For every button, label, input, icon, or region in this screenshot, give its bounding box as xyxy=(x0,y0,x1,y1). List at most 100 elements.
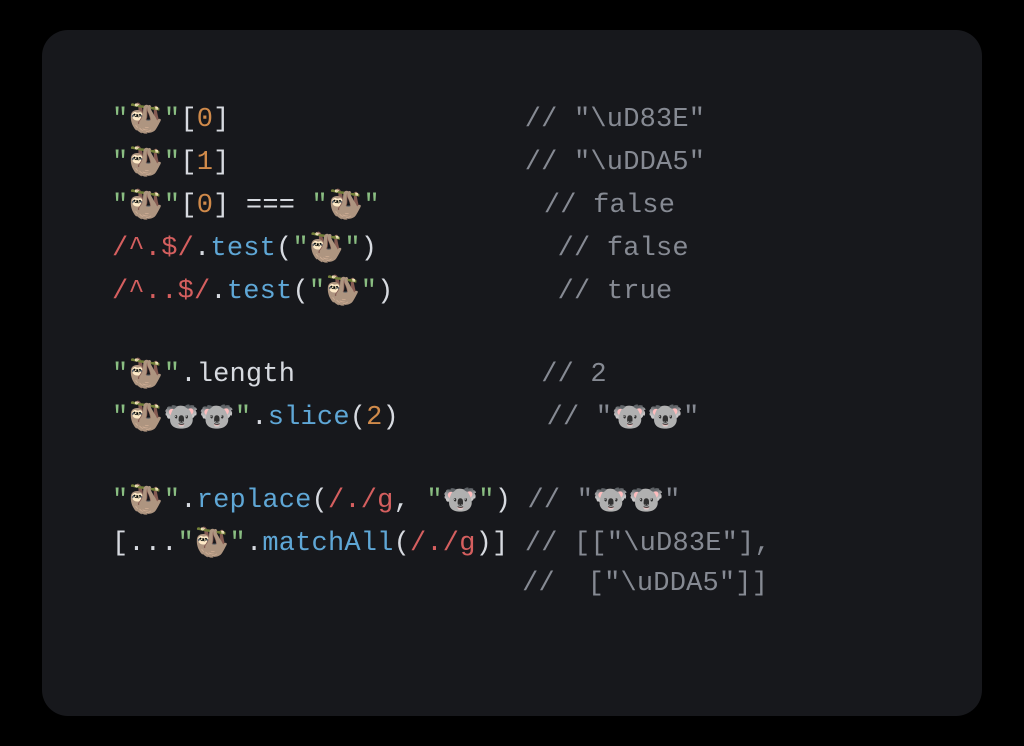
comment: // "\uDDA5" xyxy=(525,148,705,178)
comment: // "\uD83E" xyxy=(525,105,705,135)
quote: " xyxy=(344,234,360,264)
comment: // false xyxy=(558,234,689,264)
dot: . xyxy=(210,277,226,307)
quote: " xyxy=(112,403,128,433)
quote: " xyxy=(112,191,128,221)
pad xyxy=(508,529,524,559)
koala-emoji: 🐨 xyxy=(443,479,479,521)
code-line: "🦥"[0] === "🦥" // false xyxy=(112,184,922,227)
regex-literal: /./g xyxy=(410,529,476,559)
koala-koala-emoji: 🐨🐨 xyxy=(612,396,683,438)
comment: // [["\uD83E"], xyxy=(525,529,771,559)
quote: " xyxy=(164,148,180,178)
sloth-emoji: 🦥 xyxy=(128,98,164,140)
number-literal: 0 xyxy=(197,191,213,221)
comment: // ["\uDDA5"]] xyxy=(522,569,768,599)
blank-line xyxy=(112,439,922,479)
regex-literal: /^..$/ xyxy=(112,277,210,307)
close-paren: ) xyxy=(377,277,393,307)
open-paren: ( xyxy=(292,277,308,307)
sloth-emoji: 🦥 xyxy=(328,184,364,226)
dot: . xyxy=(180,486,196,516)
sloth-emoji: 🦥 xyxy=(309,227,345,269)
open-paren: ( xyxy=(350,403,366,433)
comment: // true xyxy=(558,277,673,307)
quote: " xyxy=(230,529,246,559)
quote: " xyxy=(361,277,377,307)
comment: // false xyxy=(544,191,675,221)
pad xyxy=(112,569,522,599)
quote: " xyxy=(178,529,194,559)
property-length: length xyxy=(197,360,295,390)
code-line: "🦥"[0] // "\uD83E" xyxy=(112,98,922,141)
dot: . xyxy=(180,360,196,390)
close-paren: ) xyxy=(495,486,511,516)
number-literal: 2 xyxy=(366,403,382,433)
dot: . xyxy=(251,403,267,433)
sloth-koala-koala-emoji: 🦥🐨🐨 xyxy=(128,396,234,438)
quote: " xyxy=(478,486,494,516)
dot: . xyxy=(246,529,262,559)
comment: // 2 xyxy=(541,360,607,390)
comment: // "🐨🐨" xyxy=(528,486,681,516)
pad xyxy=(295,360,541,390)
quote: " xyxy=(312,191,328,221)
code-line: [..."🦥".matchAll(/./g)] // [["\uD83E"], xyxy=(112,522,922,565)
close-paren: ) xyxy=(361,234,377,264)
code-line: // ["\uDDA5"]] xyxy=(112,565,922,605)
method-test: test xyxy=(227,277,293,307)
spread-open: [... xyxy=(112,529,178,559)
strict-equals: === xyxy=(230,191,312,221)
dot: . xyxy=(194,234,210,264)
pad xyxy=(399,403,547,433)
pad xyxy=(380,191,544,221)
close-paren: ) xyxy=(383,403,399,433)
quote: " xyxy=(112,360,128,390)
close-bracket: ] xyxy=(213,191,229,221)
pad xyxy=(230,105,525,135)
code-line: "🦥".replace(/./g, "🐨") // "🐨🐨" xyxy=(112,479,922,522)
number-literal: 1 xyxy=(197,148,213,178)
quote: " xyxy=(112,148,128,178)
sloth-emoji: 🦥 xyxy=(194,522,230,564)
pad xyxy=(230,148,525,178)
open-bracket: [ xyxy=(180,105,196,135)
sloth-emoji: 🦥 xyxy=(128,353,164,395)
close-bracket: ] xyxy=(213,148,229,178)
sloth-emoji: 🦥 xyxy=(128,141,164,183)
method-slice: slice xyxy=(268,403,350,433)
quote: " xyxy=(292,234,308,264)
quote: " xyxy=(112,486,128,516)
quote: " xyxy=(112,105,128,135)
close-bracket: ] xyxy=(213,105,229,135)
sloth-emoji: 🦥 xyxy=(325,270,361,312)
code-line: /^.$/.test("🦥") // false xyxy=(112,227,922,270)
open-paren: ( xyxy=(276,234,292,264)
quote: " xyxy=(309,277,325,307)
quote: " xyxy=(164,191,180,221)
blank-line xyxy=(112,313,922,353)
code-card: "🦥"[0] // "\uD83E" "🦥"[1] // "\uDDA5" "🦥… xyxy=(42,30,982,716)
method-test: test xyxy=(210,234,276,264)
quote: " xyxy=(164,486,180,516)
regex-literal: /./g xyxy=(328,486,394,516)
code-line: "🦥🐨🐨".slice(2) // "🐨🐨" xyxy=(112,396,922,439)
pad xyxy=(377,234,557,264)
method-matchall: matchAll xyxy=(262,529,393,559)
open-paren: ( xyxy=(394,529,410,559)
quote: " xyxy=(164,105,180,135)
regex-literal: /^.$/ xyxy=(112,234,194,264)
number-literal: 0 xyxy=(197,105,213,135)
pad xyxy=(394,277,558,307)
koala-koala-emoji: 🐨🐨 xyxy=(593,479,664,521)
quote: " xyxy=(164,360,180,390)
open-bracket: [ xyxy=(180,191,196,221)
code-line: "🦥".length // 2 xyxy=(112,353,922,396)
close-paren: ) xyxy=(476,529,492,559)
comment: // "🐨🐨" xyxy=(547,403,700,433)
pad xyxy=(511,486,527,516)
close-bracket: ] xyxy=(492,529,508,559)
quote: " xyxy=(363,191,379,221)
method-replace: replace xyxy=(197,486,312,516)
sloth-emoji: 🦥 xyxy=(128,184,164,226)
